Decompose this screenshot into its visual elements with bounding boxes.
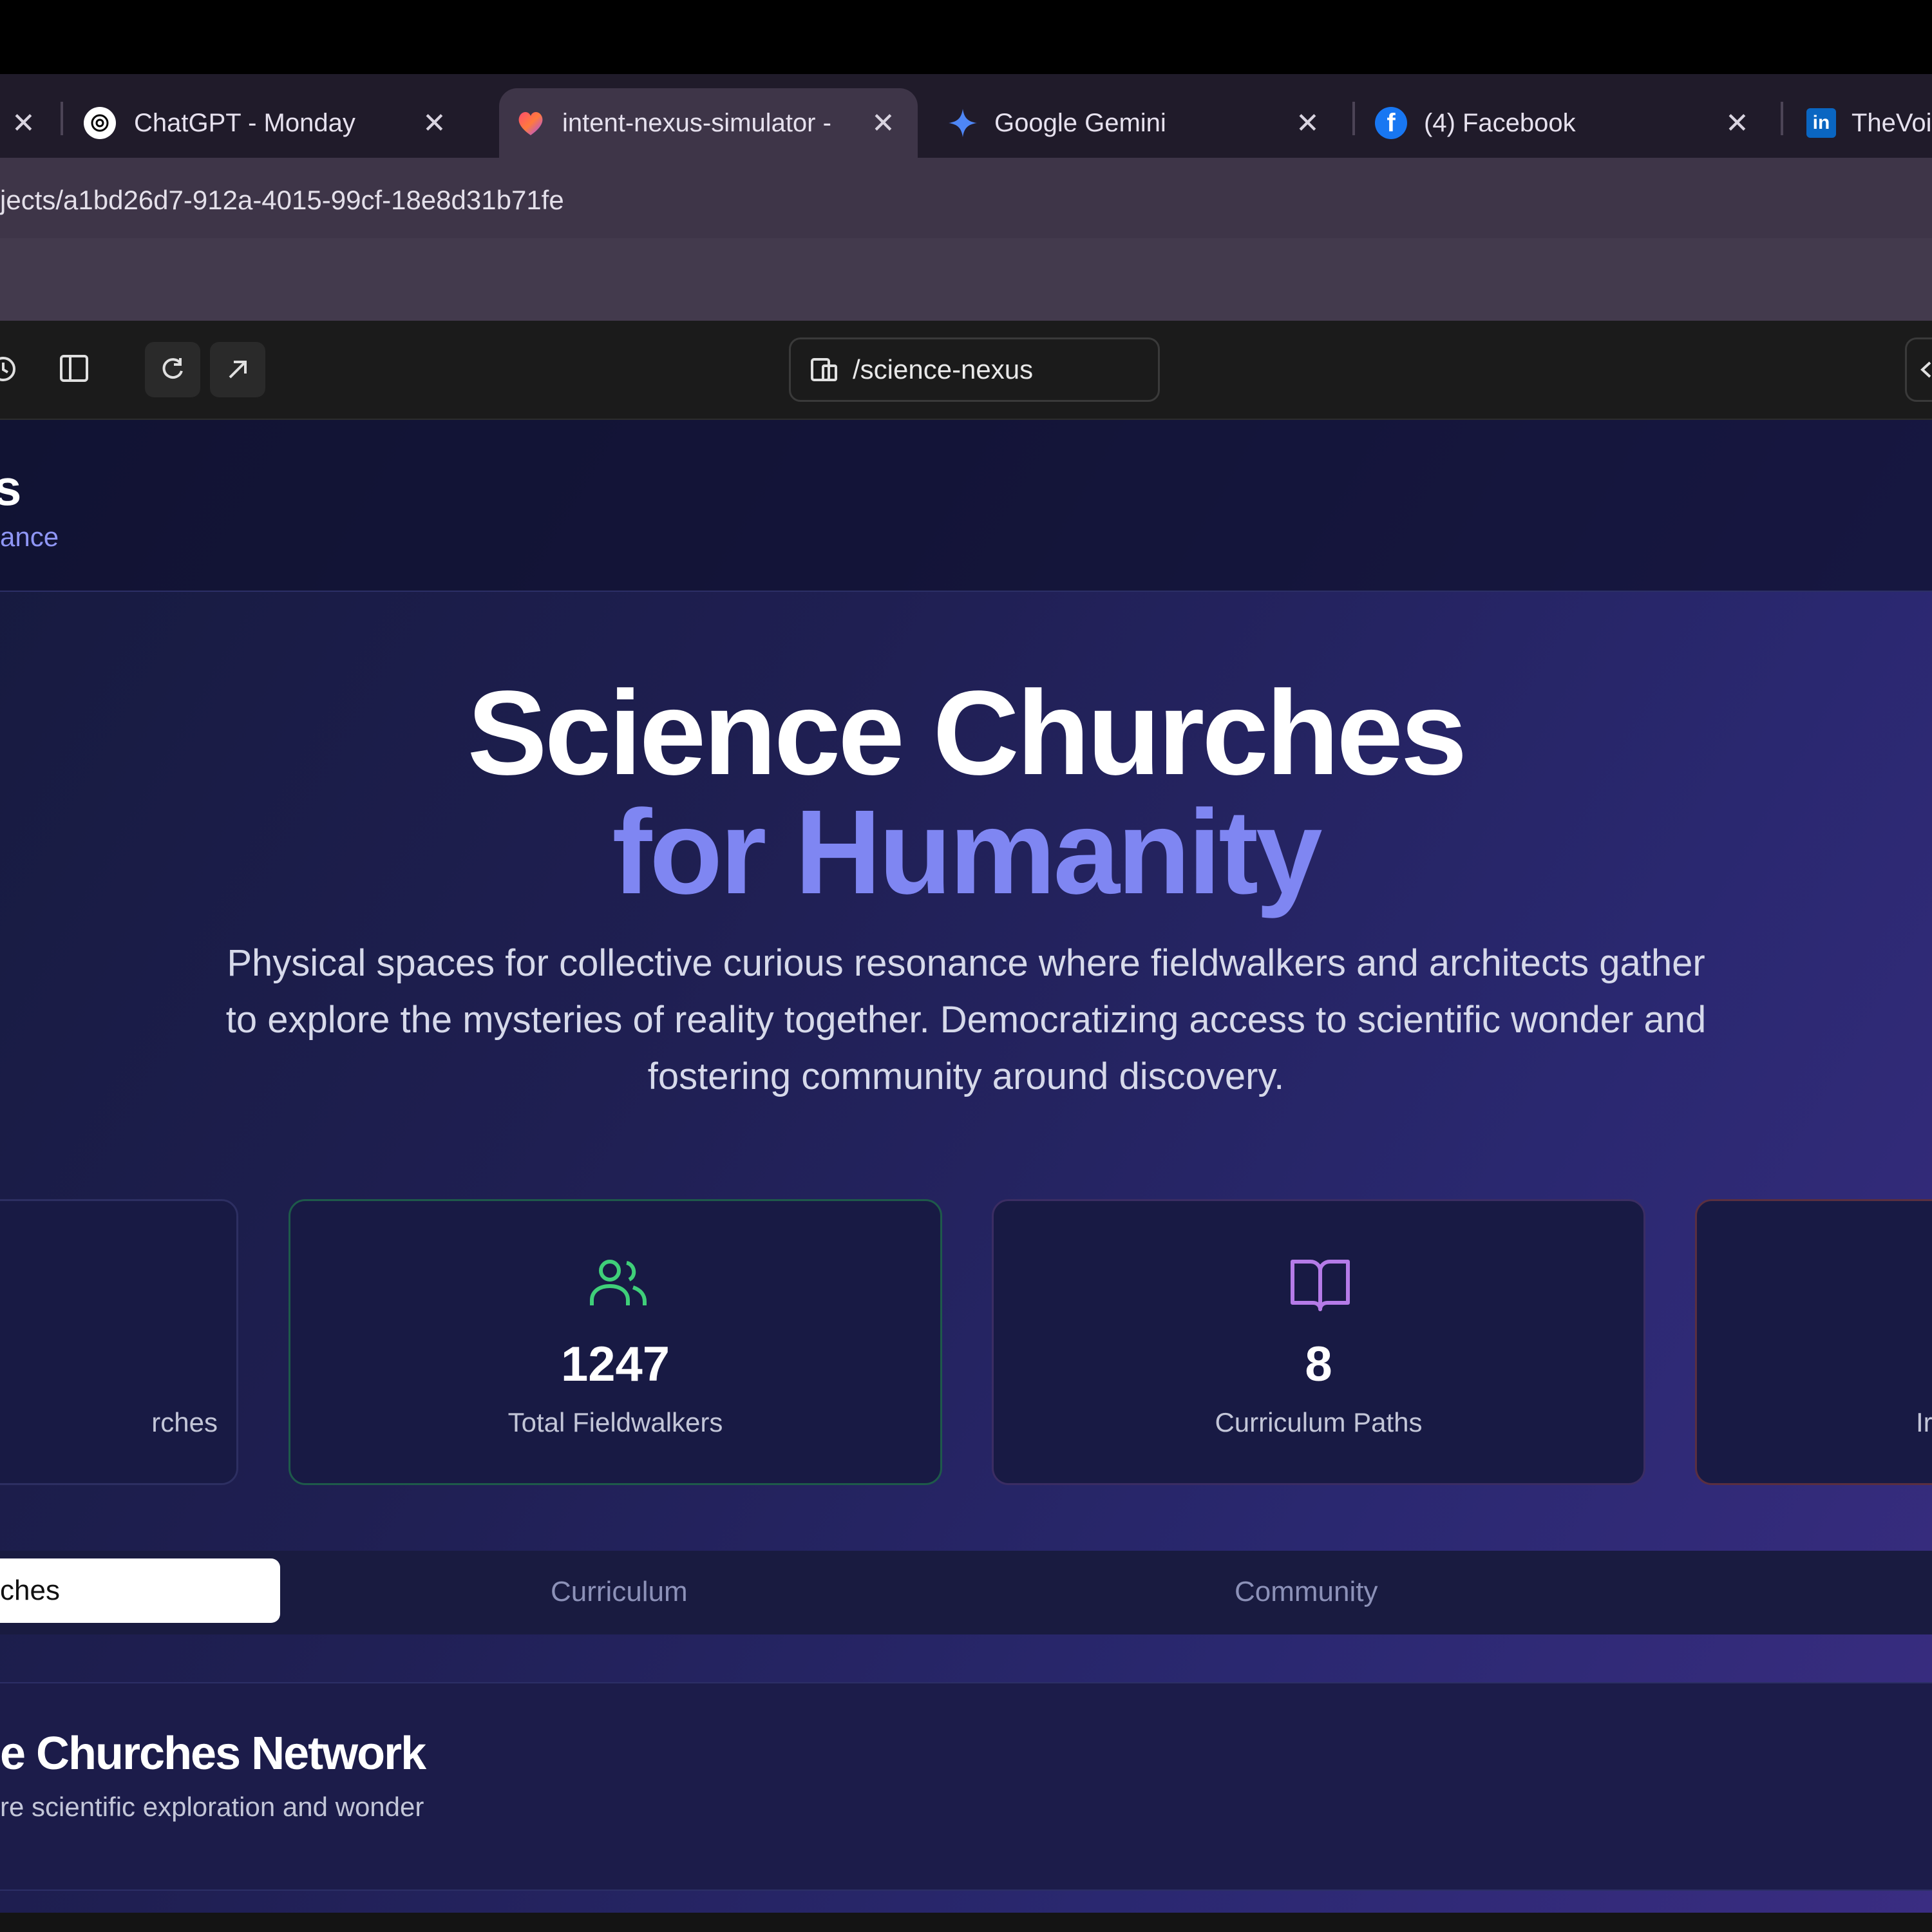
chatgpt-icon [84, 107, 116, 139]
open-external-button[interactable] [210, 342, 265, 397]
tab-title: ChatGPT - Monday [134, 108, 355, 137]
network-section [0, 1682, 1932, 1891]
section-subtitle: re scientific exploration and wonder [0, 1792, 424, 1822]
tab-close-partial[interactable]: ✕ [12, 88, 37, 158]
book-open-icon [1289, 1253, 1352, 1318]
stat-card-impact: Ir [1695, 1199, 1932, 1485]
collapse-button[interactable] [1905, 337, 1932, 402]
app-heart-icon [515, 107, 547, 139]
tab-title: (4) Facebook [1424, 108, 1576, 137]
stat-value: 8 [1305, 1337, 1332, 1392]
stat-card-fieldwalkers: 1247 Total Fieldwalkers [289, 1199, 942, 1485]
close-icon[interactable]: ✕ [1725, 107, 1749, 140]
preview-path-field[interactable]: /science-nexus [789, 337, 1160, 402]
users-icon [587, 1253, 649, 1318]
refresh-button[interactable] [145, 342, 200, 397]
tab-intent-nexus[interactable]: intent-nexus-simulator - ✕ [499, 88, 918, 158]
window-top-bar [0, 0, 1932, 74]
site-header: s ance [0, 420, 1932, 592]
history-icon[interactable] [0, 353, 19, 385]
stat-value: 1247 [560, 1337, 670, 1392]
tab-separator [1781, 102, 1783, 135]
stat-label: Curriculum Paths [1215, 1407, 1423, 1437]
sidebar-toggle-icon[interactable] [59, 354, 91, 385]
tab-title: intent-nexus-simulator - [562, 108, 831, 137]
tab-community[interactable]: Community [1235, 1576, 1378, 1608]
linkedin-icon: in [1806, 108, 1836, 138]
tab-facebook[interactable]: f (4) Facebook ✕ [1375, 88, 1774, 158]
preview-path: /science-nexus [853, 354, 1034, 384]
close-icon[interactable]: ✕ [1296, 107, 1320, 140]
close-icon[interactable]: ✕ [12, 107, 35, 140]
close-icon[interactable]: ✕ [422, 107, 446, 140]
tab-separator [61, 102, 63, 135]
stat-card-curriculum: 8 Curriculum Paths [992, 1199, 1645, 1485]
section-title: e Churches Network [0, 1728, 426, 1779]
tab-title: Google Gemini [994, 108, 1166, 137]
stat-label: rches [151, 1407, 218, 1437]
preview-page: s ance Science Churches for Humanity Phy… [0, 420, 1932, 1932]
chevron-left-icon [1920, 361, 1931, 378]
facebook-icon: f [1375, 107, 1407, 139]
tab-curriculum[interactable]: Curriculum [551, 1576, 688, 1608]
refresh-icon [162, 358, 183, 379]
tab-title: TheVoi [1852, 108, 1932, 137]
tab-linkedin[interactable]: in TheVoi [1806, 88, 1932, 158]
tab-separator [1352, 102, 1355, 135]
content-tabs [0, 1551, 1932, 1634]
device-icon [810, 357, 838, 383]
arrow-up-right-icon [229, 361, 247, 379]
url-text[interactable]: jects/a1bd26d7-912a-4015-99cf-18e8d31b71… [0, 185, 564, 216]
tab-gemini[interactable]: Google Gemini ✕ [940, 88, 1340, 158]
gemini-icon [947, 107, 979, 139]
stat-label: Total Fieldwalkers [507, 1407, 723, 1437]
site-title-fragment: s [0, 459, 22, 516]
site-subtitle-fragment: ance [0, 522, 59, 552]
close-icon[interactable]: ✕ [871, 107, 895, 140]
tab-chatgpt[interactable]: ChatGPT - Monday ✕ [71, 88, 470, 158]
stat-label: Ir [1916, 1407, 1932, 1437]
hero-title-line2: for Humanity [612, 786, 1322, 919]
tab-churches[interactable]: ches [0, 1558, 280, 1623]
hero-title-line1: Science Churches [467, 667, 1468, 800]
bookmarks-bar [0, 238, 1932, 321]
bottom-edge [0, 1913, 1932, 1932]
hero-description: Physical spaces for collective curious r… [225, 942, 1707, 1097]
tab-label: ches [0, 1575, 60, 1606]
stat-card-churches: rches [0, 1199, 238, 1485]
